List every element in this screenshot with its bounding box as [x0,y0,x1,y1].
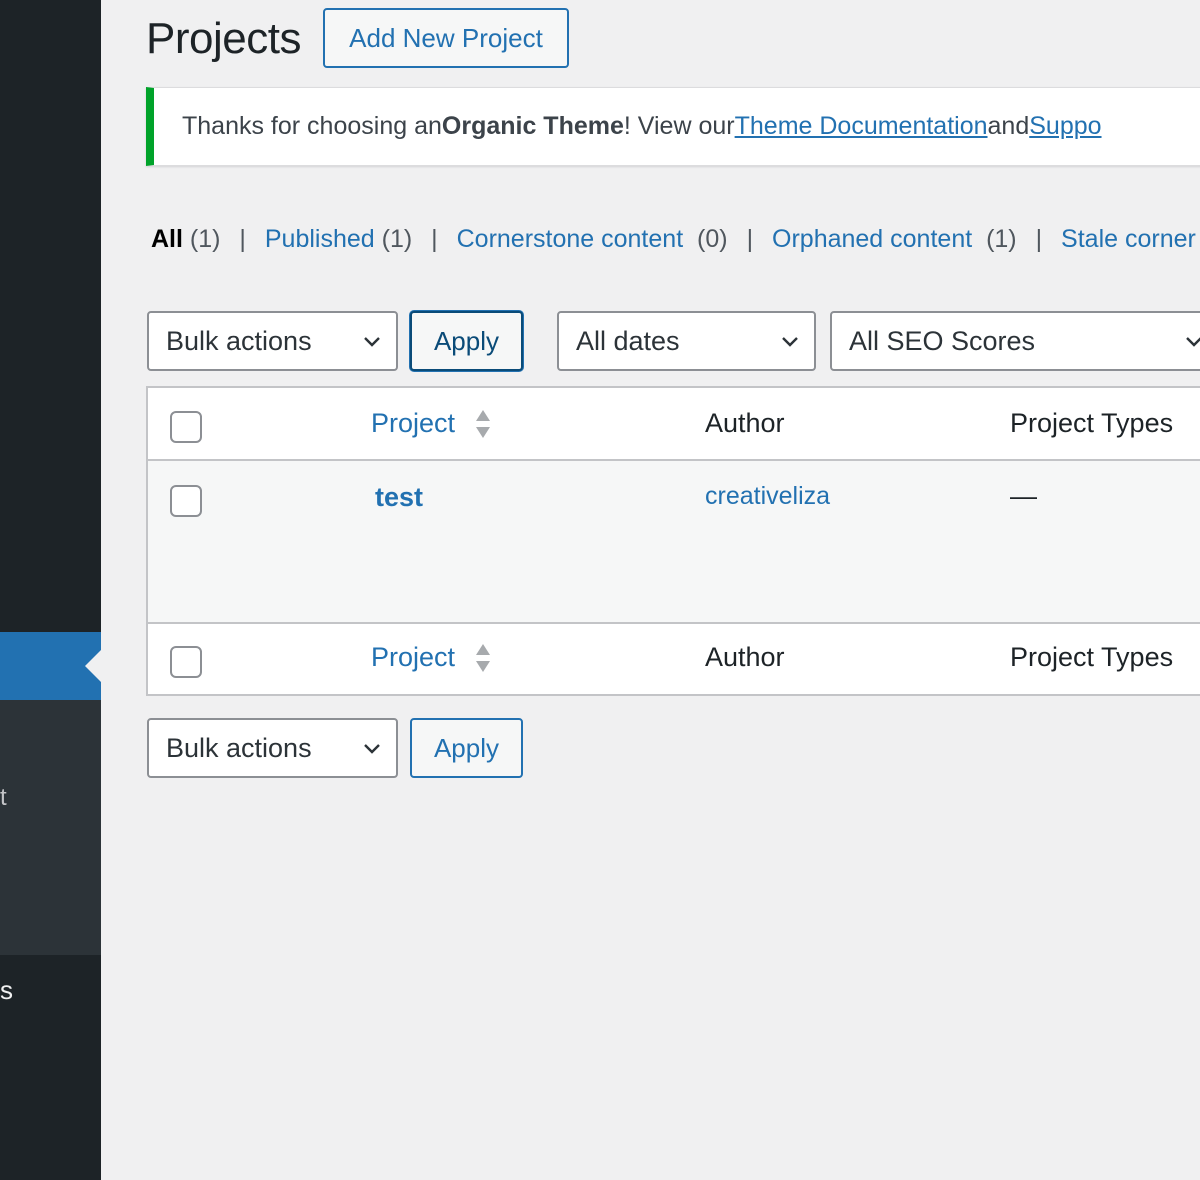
date-filter-select[interactable]: All dates [557,311,816,371]
view-orphaned[interactable]: Orphaned content [772,225,972,253]
select-all-checkbox-footer[interactable] [170,646,202,678]
notice-theme-name: Organic Theme [441,112,624,140]
column-author: Author [705,408,785,438]
view-separator: | [1035,225,1043,253]
bulk-actions-select-bottom[interactable]: Bulk actions [147,718,398,778]
select-all-checkbox[interactable] [170,411,202,443]
admin-sidebar: t s [0,0,101,1180]
column-author-footer: Author [705,642,785,672]
chevron-down-icon [1186,337,1200,347]
page-title: Projects [146,14,301,63]
chevron-down-icon [364,337,380,347]
sort-by-project-footer[interactable]: Project [371,642,455,673]
view-count: (0) [697,225,728,253]
post-status-views: All (1) | Published (1) | Cornerstone co… [151,225,1196,254]
row-checkbox[interactable] [170,485,202,517]
seo-score-filter-select[interactable]: All SEO Scores [830,311,1200,371]
column-project-types: Project Types [1010,408,1174,438]
view-separator: | [746,225,754,253]
sidebar-current-arrow [85,650,101,682]
support-link[interactable]: Suppo [1029,112,1101,141]
table-footer: Project Author Project Types [148,622,1200,694]
sidebar-item[interactable]: s [0,975,13,1006]
view-count: (1) [986,225,1017,253]
seo-score-filter-value: All SEO Scores [849,325,1036,356]
chevron-down-icon [782,337,798,347]
bulk-actions-value: Bulk actions [166,732,312,763]
notice-text: ! View our [623,112,735,140]
theme-documentation-link[interactable]: Theme Documentation [735,112,988,141]
notice-text: Thanks for choosing an [182,112,442,140]
sidebar-submenu-item[interactable]: t [0,784,7,812]
table-row: test creativeliza — [148,461,1200,622]
view-separator: | [239,225,246,253]
theme-notice: Thanks for choosing an Organic Theme ! V… [146,87,1200,166]
view-count: (1) [189,225,221,253]
apply-button-bottom[interactable]: Apply [410,718,523,778]
view-published[interactable]: Published [265,225,375,253]
project-title-link[interactable]: test [375,482,423,513]
view-all[interactable]: All [151,225,183,253]
sort-by-project[interactable]: Project [371,408,455,439]
date-filter-value: All dates [576,325,680,356]
author-link[interactable]: creativeliza [705,482,830,511]
table-header: Project Author Project Types [148,388,1200,461]
apply-button[interactable]: Apply [410,311,523,371]
column-project-types-footer: Project Types [1010,642,1174,672]
view-count: (1) [381,225,413,253]
project-types-value: — [1010,481,1037,511]
sort-icon[interactable] [474,408,492,440]
view-stale-cornerstone[interactable]: Stale corner [1061,225,1196,253]
view-separator: | [431,225,438,253]
sort-icon[interactable] [474,642,492,674]
sidebar-submenu [0,700,101,955]
bulk-actions-value: Bulk actions [166,325,312,356]
view-cornerstone[interactable]: Cornerstone content [457,225,684,253]
add-new-project-button[interactable]: Add New Project [323,8,569,68]
bulk-actions-select[interactable]: Bulk actions [147,311,398,371]
projects-table: Project Author Project Types test creati… [146,386,1200,696]
notice-text: and [987,112,1030,140]
chevron-down-icon [364,744,380,754]
